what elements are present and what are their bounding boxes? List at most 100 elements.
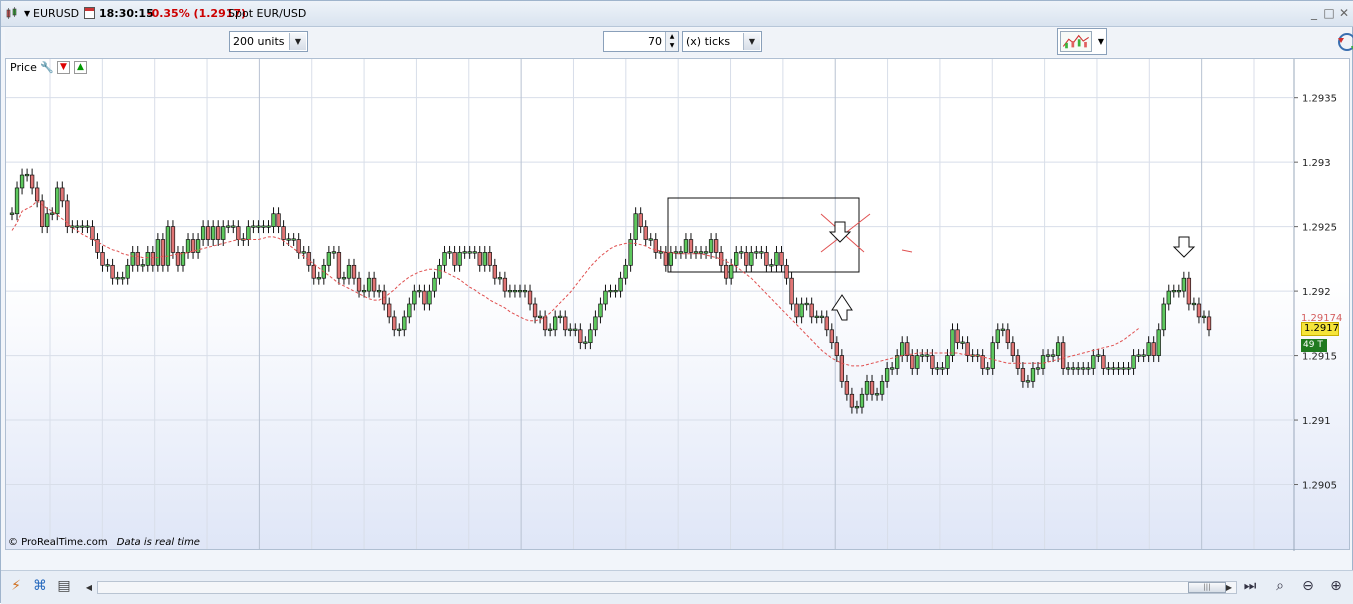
candle-body [216,226,221,240]
candle-body [739,251,744,254]
wrench-icon[interactable]: 🔧 [40,62,54,74]
candle-body [407,303,412,318]
candle-body [668,252,674,266]
candle-body [331,251,337,254]
candle-body [990,342,995,369]
chart-type-button[interactable]: ▼ [1057,28,1107,55]
close-button[interactable]: ✕ [1337,6,1351,20]
candle-body [477,252,482,266]
zoom-fit-icon[interactable]: ⌕ [1271,577,1289,595]
candle-body [482,252,487,266]
ticks-count-input[interactable]: 70 ▲ ▼ [603,31,679,52]
scroll-end-icon[interactable]: ⏭ [1241,577,1259,595]
candle-body [522,290,528,293]
candle-body [266,225,271,228]
chevron-down-icon[interactable]: ▼ [289,33,306,50]
minimize-button[interactable]: _ [1307,6,1321,20]
horizontal-scrollbar[interactable]: ||| [97,581,1237,594]
candle-body [724,264,729,279]
zoom-in-icon[interactable]: ⊕ [1327,577,1345,595]
candle-body [115,277,120,280]
candle-body [296,239,301,253]
candle-body [884,368,890,382]
candle-body [1201,315,1207,318]
arrow-down-icon[interactable]: ▼ [57,61,70,74]
candle-body [422,290,427,305]
symbol-name[interactable]: EURUSD [33,7,79,20]
candle-body [1106,367,1111,370]
candle-body [155,239,161,266]
candle-body [1005,329,1010,344]
candle-body [1015,355,1021,369]
candle-body [819,315,824,318]
spinner-icon[interactable]: ▲ ▼ [665,32,678,51]
candle-body [130,252,135,266]
candle-body [1000,328,1005,331]
candle-body [336,252,342,279]
candle-body [1045,354,1051,357]
candle-body [291,238,296,241]
candle-body [558,315,563,318]
candle-body [341,277,347,280]
price-chart[interactable]: 1.29351.2931.29251.2921.29151.2911.2905 … [6,59,1351,551]
tick-count-badge: 49 T [1301,339,1327,352]
candle-body [779,252,784,266]
candle-body [19,174,25,189]
zoom-out-icon[interactable]: ⊖ [1299,577,1317,595]
units-dropdown[interactable]: 200 units ▼ [229,31,308,52]
candle-body [356,277,362,292]
calendar-icon[interactable] [84,7,95,19]
indicator-tool-icon[interactable]: ⌘ [31,577,49,595]
chevron-down-icon[interactable]: ▼ [743,33,760,50]
candle-body [703,251,709,254]
candle-body [769,264,774,267]
y-tick-label: 1.2935 [1302,94,1337,105]
chevron-down-icon[interactable]: ▼ [1098,37,1104,46]
candle-body [809,303,814,318]
ticks-count-value: 70 [648,35,662,48]
candle-body [1116,367,1121,370]
candle-body [457,252,462,266]
candle-body [140,264,145,267]
y-tick-label: 1.2925 [1302,223,1337,234]
candle-body [1161,303,1166,331]
candle-body [749,252,754,266]
candle-body [492,264,497,279]
candle-body [834,342,839,356]
candle-body [452,252,457,266]
candle-body [125,264,130,279]
cycle-arrows-icon[interactable] [1335,30,1353,54]
candle-body [205,226,211,240]
tick-type-dropdown[interactable]: (x) ticks ▼ [682,31,762,52]
candle-body [900,342,905,356]
candle-body [844,381,850,395]
candle-body [301,251,306,254]
symbol-menu-caret-icon[interactable]: ▼ [24,9,30,18]
price-chart-panel[interactable]: 1.2935 1.293 1.2925 1.292 1.2915 1.291 1.2905 … [5,58,1351,551]
candle-body [754,251,759,254]
candle-body [226,225,231,228]
candle-body [1146,342,1151,356]
candle-body [623,264,628,279]
candle-body [165,226,171,266]
candle-body [1156,329,1161,356]
candle-body [1206,316,1212,331]
candle-body [573,328,578,331]
scroll-left-arrow-icon[interactable]: ◀ [83,581,95,594]
candle-body [905,342,910,356]
candle-body [200,226,206,240]
candle-body [995,329,1000,344]
candle-body [608,290,613,293]
candle-body [145,252,150,266]
restore-button[interactable]: □ [1322,6,1336,20]
arrow-up-icon[interactable]: ▲ [74,61,87,74]
candle-body [708,239,714,253]
scrollbar-thumb[interactable]: ||| [1188,582,1226,593]
candle-body [261,225,266,228]
candle-body [879,381,885,395]
wave-tool-icon[interactable]: ⚡ [7,577,25,595]
scroll-right-arrow-icon[interactable]: ▶ [1223,581,1235,594]
candle-body [256,225,261,228]
list-tool-icon[interactable]: ▤ [55,577,73,595]
candle-body [955,329,960,344]
